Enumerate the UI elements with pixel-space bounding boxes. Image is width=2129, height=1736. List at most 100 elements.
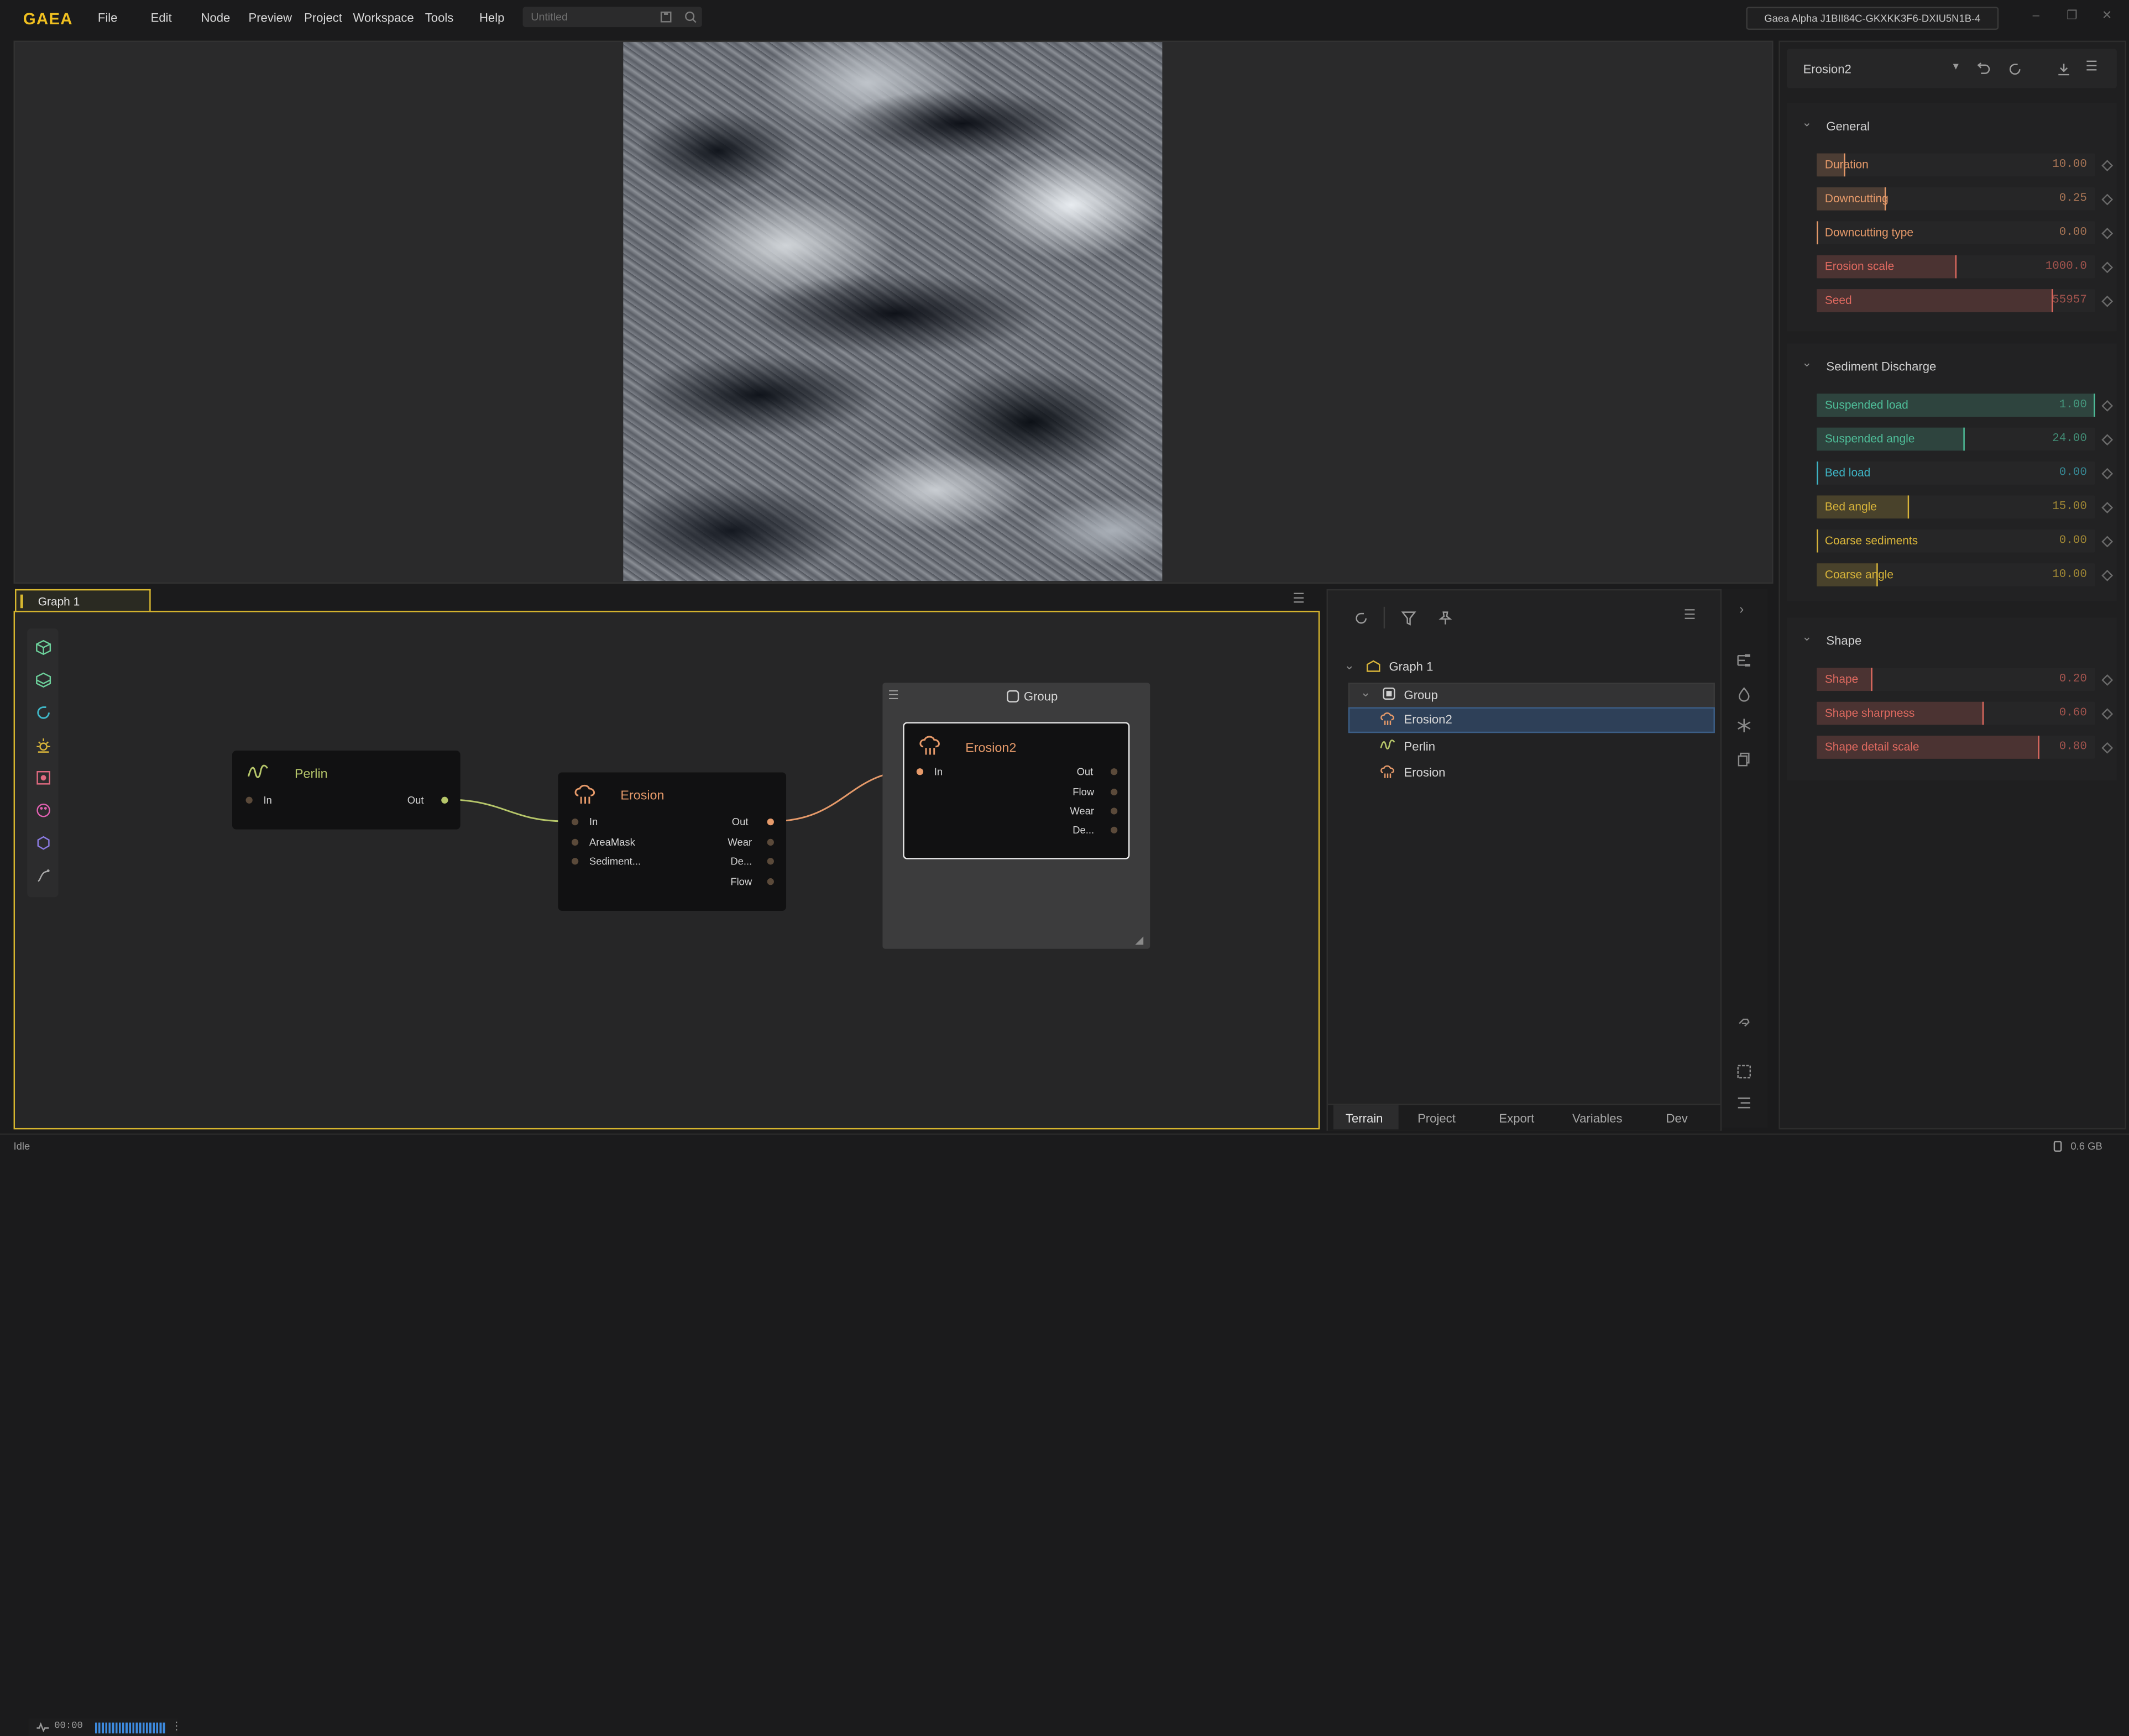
chevron-down-icon[interactable]: ⌄ bbox=[1344, 658, 1354, 673]
copy-icon[interactable] bbox=[1736, 752, 1751, 767]
chevron-down-icon[interactable]: ⌄ bbox=[1802, 116, 1812, 130]
keyframe-diamond-icon[interactable] bbox=[2101, 228, 2114, 239]
keyframe-diamond-icon[interactable] bbox=[2101, 569, 2114, 581]
tree-item-erosion2[interactable]: Erosion2 bbox=[1404, 712, 1452, 726]
slider-handle[interactable] bbox=[1955, 255, 1957, 279]
slider-shape-sharpness[interactable]: Shape sharpness 0.60 bbox=[1817, 701, 2095, 725]
group-menu-icon[interactable]: ☰ bbox=[888, 688, 899, 703]
slider-coarse-angle[interactable]: Coarse angle 10.00 bbox=[1817, 563, 2095, 586]
node-erosion[interactable]: Erosion In AreaMask Sediment... Out Wear… bbox=[558, 772, 787, 911]
build-menu-icon[interactable]: ⋮ bbox=[171, 1720, 182, 1732]
tree-row-group[interactable] bbox=[1348, 683, 1715, 709]
slider-value[interactable]: 0.80 bbox=[2059, 740, 2087, 754]
erosion-sediment-port[interactable] bbox=[571, 858, 579, 865]
erosion-deposits-port[interactable] bbox=[767, 858, 774, 865]
maximize-icon[interactable]: ❐ bbox=[2067, 8, 2078, 23]
menu-edit[interactable]: Edit bbox=[151, 11, 172, 25]
slider-handle[interactable] bbox=[1963, 427, 1965, 451]
slider-coarse-sediments[interactable]: Coarse sediments 0.00 bbox=[1817, 529, 2095, 553]
download-icon[interactable] bbox=[2057, 62, 2071, 76]
keyframe-diamond-icon[interactable] bbox=[2101, 193, 2114, 206]
tree-row-erosion2-selected[interactable] bbox=[1348, 707, 1715, 733]
node-erosion2[interactable]: Erosion2 In Out Flow Wear De... bbox=[903, 722, 1130, 859]
erosion2-in-port[interactable] bbox=[916, 768, 924, 775]
slider-handle[interactable] bbox=[2094, 394, 2095, 417]
section-title[interactable]: Sediment Discharge bbox=[1826, 360, 1936, 374]
keyframe-diamond-icon[interactable] bbox=[2101, 434, 2114, 446]
save-icon[interactable] bbox=[660, 11, 672, 23]
tree-item-graph-1[interactable]: Graph 1 bbox=[1389, 660, 1433, 674]
close-icon[interactable]: ✕ bbox=[2102, 8, 2112, 23]
menu-file[interactable]: File bbox=[98, 11, 118, 25]
slider-handle[interactable] bbox=[1817, 461, 1818, 485]
chevron-down-icon[interactable]: ⌄ bbox=[1802, 630, 1812, 645]
slider-value[interactable]: 1.00 bbox=[2059, 398, 2087, 412]
menu-project[interactable]: Project bbox=[304, 11, 342, 25]
slider-value[interactable]: 55957 bbox=[2052, 293, 2087, 307]
keyframe-diamond-icon[interactable] bbox=[2101, 400, 2114, 412]
slider-value[interactable]: 10.00 bbox=[2052, 158, 2087, 171]
slider-erosion-scale[interactable]: Erosion scale 1000.0 bbox=[1817, 255, 2095, 279]
keyframe-diamond-icon[interactable] bbox=[2101, 742, 2114, 754]
keyframe-diamond-icon[interactable] bbox=[2101, 468, 2114, 480]
undo-icon[interactable] bbox=[1977, 62, 1991, 76]
props-menu-icon[interactable]: ☰ bbox=[2085, 60, 2097, 75]
slider-value[interactable]: 0.00 bbox=[2059, 225, 2087, 239]
pin-icon[interactable] bbox=[1438, 611, 1453, 626]
tab-terrain[interactable]: Terrain bbox=[1346, 1111, 1383, 1125]
erosion-areamask-port[interactable] bbox=[571, 838, 579, 846]
reset-icon[interactable] bbox=[2008, 62, 2022, 76]
slider-handle[interactable] bbox=[1817, 529, 1818, 553]
chevron-down-icon[interactable]: ⌄ bbox=[1361, 685, 1371, 700]
drop-icon[interactable] bbox=[1736, 687, 1751, 702]
menu-node[interactable]: Node bbox=[201, 11, 230, 25]
keyframe-diamond-icon[interactable] bbox=[2101, 708, 2114, 720]
search-icon[interactable] bbox=[684, 11, 697, 23]
slider-value[interactable]: 0.25 bbox=[2059, 191, 2087, 205]
tree-item-erosion[interactable]: Erosion bbox=[1404, 765, 1446, 779]
file-name-field[interactable]: Untitled bbox=[522, 7, 702, 28]
tree-menu-icon[interactable]: ☰ bbox=[1683, 608, 1696, 623]
slider-handle[interactable] bbox=[1907, 495, 1910, 519]
node-name[interactable]: Erosion2 bbox=[1803, 62, 1851, 76]
chevron-right-icon[interactable]: › bbox=[1739, 602, 1744, 617]
section-title[interactable]: General bbox=[1826, 119, 1870, 133]
slider-shape-detail-scale[interactable]: Shape detail scale 0.80 bbox=[1817, 736, 2095, 759]
slider-downcutting-type[interactable]: Downcutting type 0.00 bbox=[1817, 221, 2095, 245]
slider-value[interactable]: 0.00 bbox=[2059, 533, 2087, 547]
tab-export[interactable]: Export bbox=[1499, 1111, 1534, 1125]
list-icon[interactable] bbox=[1736, 1095, 1751, 1110]
menu-tools[interactable]: Tools bbox=[425, 11, 454, 25]
slider-value[interactable]: 0.20 bbox=[2059, 672, 2087, 686]
erosion2-deposits-port[interactable] bbox=[1111, 826, 1118, 833]
keyframe-diamond-icon[interactable] bbox=[2101, 536, 2114, 548]
slider-value[interactable]: 0.00 bbox=[2059, 465, 2087, 479]
slider-shape[interactable]: Shape 0.20 bbox=[1817, 668, 2095, 691]
tree-item-group[interactable]: Group bbox=[1404, 688, 1438, 702]
slider-bed-angle[interactable]: Bed angle 15.00 bbox=[1817, 495, 2095, 519]
menu-help[interactable]: Help bbox=[479, 11, 504, 25]
tab-graph-1[interactable]: Graph 1 bbox=[15, 589, 151, 612]
tab-project[interactable]: Project bbox=[1417, 1111, 1456, 1125]
erosion-out-port[interactable] bbox=[767, 818, 774, 826]
erosion2-flow-port[interactable] bbox=[1111, 788, 1118, 796]
chevron-down-icon[interactable]: ⌄ bbox=[1802, 355, 1812, 370]
node-dropdown-icon[interactable]: ▼ bbox=[1951, 62, 1960, 72]
link-icon[interactable] bbox=[1736, 1015, 1751, 1030]
node-perlin[interactable]: Perlin In Out bbox=[232, 751, 461, 830]
erosion-wear-port[interactable] bbox=[767, 838, 774, 846]
menu-preview[interactable]: Preview bbox=[248, 11, 292, 25]
keyframe-diamond-icon[interactable] bbox=[2101, 674, 2114, 686]
section-title[interactable]: Shape bbox=[1826, 634, 1861, 648]
slider-handle[interactable] bbox=[1982, 701, 1984, 725]
slider-handle[interactable] bbox=[1871, 668, 1872, 691]
slider-bed-load[interactable]: Bed load 0.00 bbox=[1817, 461, 2095, 485]
keyframe-diamond-icon[interactable] bbox=[2101, 502, 2114, 513]
group-frame[interactable]: ☰ Group ◢ Erosion2 In Out Flow Wear De..… bbox=[882, 683, 1150, 949]
snowflake-icon[interactable] bbox=[1736, 718, 1751, 733]
resize-grip-icon[interactable]: ◢ bbox=[1135, 934, 1143, 946]
slider-handle[interactable] bbox=[2038, 736, 2039, 759]
slider-value[interactable]: 0.60 bbox=[2059, 706, 2087, 720]
minimize-icon[interactable]: – bbox=[2033, 8, 2039, 22]
erosion2-wear-port[interactable] bbox=[1111, 807, 1118, 815]
